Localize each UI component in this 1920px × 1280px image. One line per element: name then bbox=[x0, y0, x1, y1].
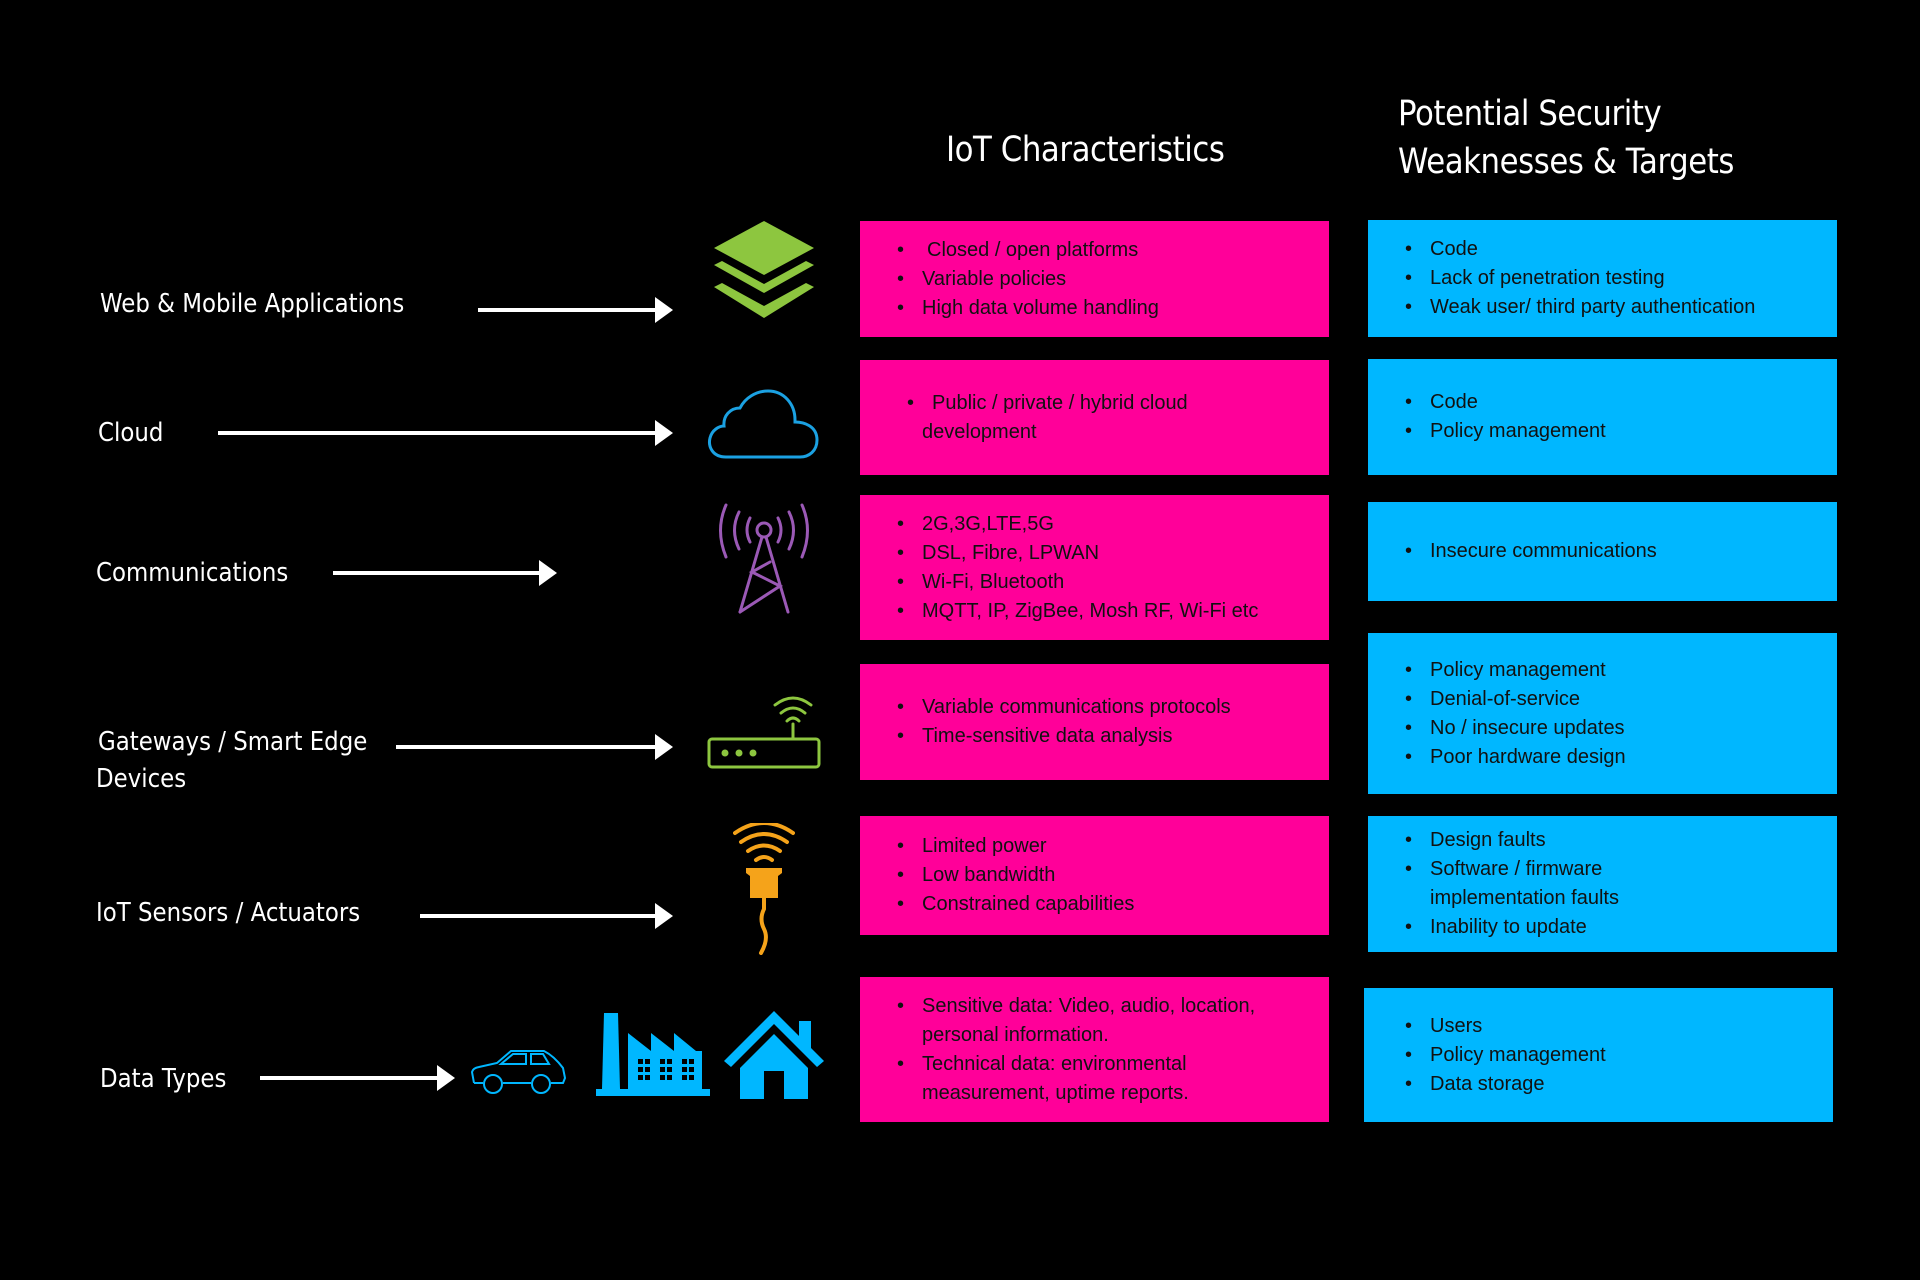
car-icon bbox=[470, 1050, 567, 1094]
weaknesses-box-gateways: Policy management Denial-of-service No /… bbox=[1368, 633, 1837, 794]
weaknesses-heading-line1: Potential Security bbox=[1398, 94, 1662, 134]
characteristic-item: Variable communications protocols bbox=[897, 693, 1231, 722]
weakness-item: Weak user/ third party authentication bbox=[1405, 293, 1755, 322]
factory-icon bbox=[596, 1013, 710, 1096]
weaknesses-box-web-mobile: Code Lack of penetration testing Weak us… bbox=[1368, 220, 1837, 337]
arrow-cloud bbox=[218, 420, 673, 446]
row-label-data-types: Data Types bbox=[100, 1064, 227, 1094]
characteristics-box-communications: 2G,3G,LTE,5G DSL, Fibre, LPWAN Wi-Fi, Bl… bbox=[860, 495, 1329, 640]
house-icon bbox=[724, 1011, 824, 1099]
weaknesses-box-cloud: Code Policy management bbox=[1368, 359, 1837, 475]
cloud-icon bbox=[708, 389, 819, 459]
characteristic-item: Sensitive data: Video, audio, location, … bbox=[897, 992, 1292, 1050]
characteristics-box-sensors: Limited power Low bandwidth Constrained … bbox=[860, 816, 1329, 935]
weakness-item: Insecure communications bbox=[1405, 537, 1657, 566]
arrow-communications bbox=[333, 560, 557, 586]
characteristic-item: Wi-Fi, Bluetooth bbox=[897, 568, 1258, 597]
characteristics-box-data-types: Sensitive data: Video, audio, location, … bbox=[860, 977, 1329, 1122]
characteristic-item: Time-sensitive data analysis bbox=[897, 722, 1231, 751]
characteristic-item: DSL, Fibre, LPWAN bbox=[897, 539, 1258, 568]
arrow-sensors bbox=[420, 903, 673, 929]
characteristics-box-web-mobile: Closed / open platforms Variable policie… bbox=[860, 221, 1329, 337]
weakness-item: Lack of penetration testing bbox=[1405, 264, 1755, 293]
weakness-item: No / insecure updates bbox=[1405, 714, 1626, 743]
row-label-gateways-line1: Gateways / Smart Edge bbox=[98, 727, 368, 757]
arrow-web-mobile bbox=[478, 297, 673, 323]
weakness-item: Users bbox=[1405, 1012, 1606, 1041]
characteristics-box-gateways: Variable communications protocols Time-s… bbox=[860, 664, 1329, 780]
weaknesses-box-sensors: Design faults Software / firmware implem… bbox=[1368, 816, 1837, 952]
characteristic-item: Technical data: environmental measuremen… bbox=[897, 1050, 1292, 1108]
weakness-item: Denial-of-service bbox=[1405, 685, 1626, 714]
weakness-item: Inability to update bbox=[1405, 913, 1690, 942]
characteristic-item: Low bandwidth bbox=[897, 861, 1134, 890]
characteristics-heading: IoT Characteristics bbox=[946, 130, 1225, 170]
characteristic-item: Closed / open platforms bbox=[897, 236, 1159, 265]
weakness-item: Software / firmware implementation fault… bbox=[1405, 855, 1690, 913]
weakness-item: Design faults bbox=[1405, 826, 1690, 855]
sensor-icon bbox=[733, 823, 795, 955]
arrow-data-types bbox=[260, 1065, 455, 1091]
row-label-sensors: IoT Sensors / Actuators bbox=[96, 898, 361, 928]
row-label-web-mobile: Web & Mobile Applications bbox=[100, 289, 405, 319]
weakness-item: Policy management bbox=[1405, 417, 1606, 446]
weakness-item: Poor hardware design bbox=[1405, 743, 1626, 772]
cell-tower-icon bbox=[719, 503, 809, 614]
characteristic-item: Variable policies bbox=[897, 265, 1159, 294]
characteristic-item: High data volume handling bbox=[897, 294, 1159, 323]
weakness-item: Policy management bbox=[1405, 1041, 1606, 1070]
characteristic-item: Public / private / hybrid cloud developm… bbox=[897, 389, 1262, 447]
characteristic-item: 2G,3G,LTE,5G bbox=[897, 510, 1258, 539]
characteristic-item: MQTT, IP, ZigBee, Mosh RF, Wi-Fi etc bbox=[897, 597, 1258, 626]
row-label-cloud: Cloud bbox=[98, 418, 164, 448]
row-label-gateways-line2: Devices bbox=[96, 764, 187, 794]
router-icon bbox=[707, 696, 821, 769]
characteristic-item: Constrained capabilities bbox=[897, 890, 1134, 919]
weaknesses-heading-line2: Weaknesses & Targets bbox=[1398, 142, 1735, 182]
weakness-item: Code bbox=[1405, 388, 1606, 417]
weakness-item: Code bbox=[1405, 235, 1755, 264]
layers-icon bbox=[714, 221, 814, 318]
characteristics-box-cloud: Public / private / hybrid cloud developm… bbox=[860, 360, 1329, 475]
characteristic-item: Limited power bbox=[897, 832, 1134, 861]
weaknesses-box-data-types: Users Policy management Data storage bbox=[1364, 988, 1833, 1122]
arrow-gateways bbox=[396, 734, 673, 760]
weakness-item: Data storage bbox=[1405, 1070, 1606, 1099]
weakness-item: Policy management bbox=[1405, 656, 1626, 685]
weaknesses-box-communications: Insecure communications bbox=[1368, 502, 1837, 601]
row-label-communications: Communications bbox=[96, 558, 289, 588]
